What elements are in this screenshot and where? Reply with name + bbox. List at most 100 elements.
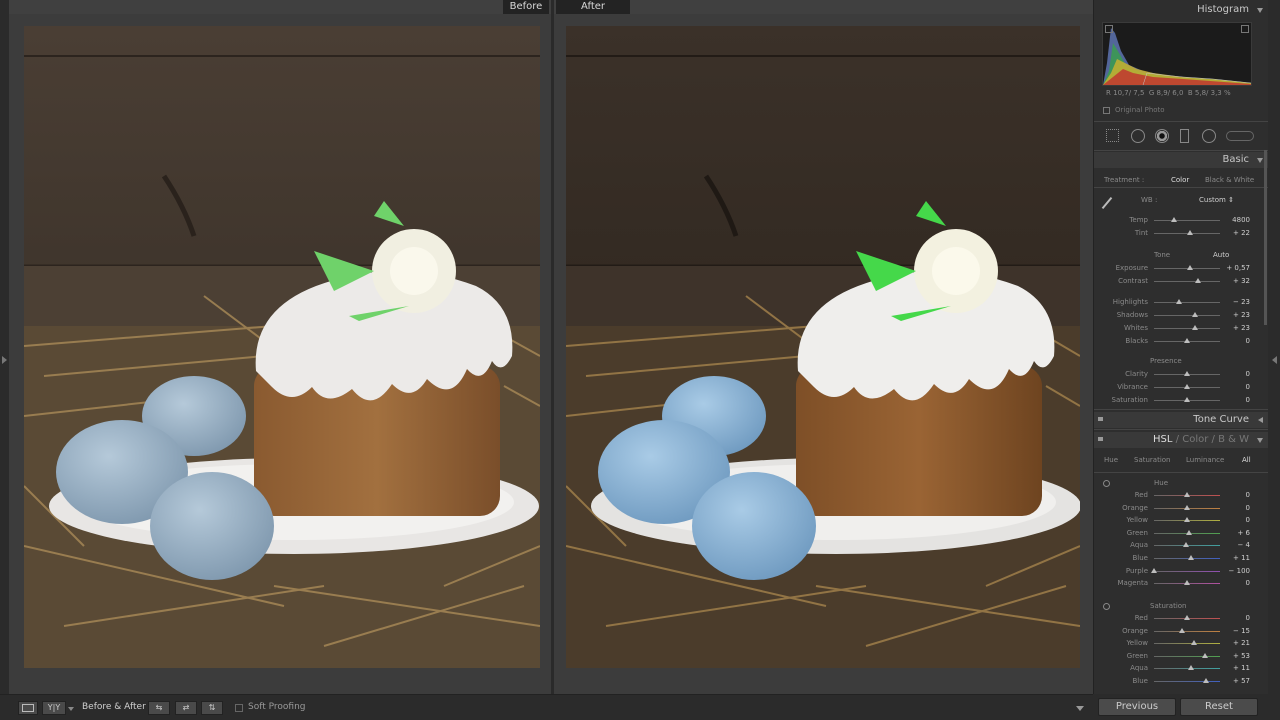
hsl-title[interactable]: HSL (1153, 434, 1172, 445)
slider-value[interactable]: 4800 (1222, 216, 1250, 224)
slider-track[interactable] (1154, 630, 1220, 632)
slider-track[interactable] (1154, 328, 1220, 329)
slider-value[interactable]: 0 (1222, 491, 1250, 499)
tone-slider-exposure[interactable]: Exposure + 0,57 (1094, 262, 1264, 274)
slider-handle[interactable] (1151, 567, 1157, 573)
slider-track[interactable] (1154, 570, 1220, 572)
radial-filter-icon[interactable] (1202, 129, 1216, 143)
adjustment-brush-icon[interactable] (1226, 131, 1254, 141)
hue-slider-purple[interactable]: Purple − 100 (1094, 565, 1264, 577)
copy-before-to-after-button[interactable]: ⇆ (148, 701, 170, 715)
tab-saturation[interactable]: Saturation (1134, 456, 1171, 464)
slider-track[interactable] (1154, 315, 1220, 316)
tone-slider-shadows[interactable]: Shadows + 23 (1094, 309, 1264, 321)
slider-handle[interactable] (1191, 325, 1198, 330)
slider-value[interactable]: − 100 (1222, 567, 1250, 575)
saturation-target-icon[interactable] (1103, 603, 1110, 610)
red-eye-icon[interactable] (1155, 129, 1169, 143)
slider-handle[interactable] (1184, 492, 1190, 497)
slider-handle[interactable] (1170, 217, 1177, 222)
tone-slider-highlights[interactable]: Highlights − 23 (1094, 296, 1264, 308)
left-panel-toggle[interactable] (0, 0, 9, 694)
slider-value[interactable]: − 15 (1222, 627, 1250, 635)
treatment-black-white[interactable]: Black & White (1205, 176, 1254, 184)
shadow-clipping-icon[interactable] (1105, 25, 1113, 33)
hue-slider-orange[interactable]: Orange 0 (1094, 502, 1264, 514)
slider-handle[interactable] (1187, 665, 1194, 671)
treatment-color[interactable]: Color (1171, 176, 1189, 184)
slider-value[interactable]: + 53 (1222, 652, 1250, 660)
tone-curve-header[interactable]: Tone Curve (1094, 412, 1268, 428)
tone-slider-whites[interactable]: Whites + 23 (1094, 322, 1264, 334)
soft-proofing-checkbox[interactable] (235, 704, 243, 712)
slider-value[interactable]: 0 (1222, 614, 1250, 622)
slider-value[interactable]: 0 (1222, 396, 1250, 404)
slider-handle[interactable] (1184, 580, 1190, 586)
highlight-clipping-icon[interactable] (1241, 25, 1249, 33)
tone-slider-contrast[interactable]: Contrast + 32 (1094, 275, 1264, 287)
hue-slider-aqua[interactable]: Aqua − 4 (1094, 539, 1264, 551)
slider-value[interactable]: 0 (1222, 516, 1250, 524)
slider-handle[interactable] (1184, 397, 1190, 402)
slider-value[interactable]: + 57 (1222, 677, 1250, 685)
histogram-header[interactable]: Histogram (1094, 2, 1268, 18)
slider-handle[interactable] (1191, 312, 1198, 317)
toolbar-menu-icon[interactable] (1076, 706, 1084, 711)
right-panel-toggle[interactable] (1268, 0, 1280, 694)
wb-dropdown[interactable]: Custom ⇕ (1199, 196, 1234, 204)
slider-handle[interactable] (1178, 627, 1185, 633)
hue-slider-magenta[interactable]: Magenta 0 (1094, 577, 1264, 589)
hue-slider-green[interactable]: Green + 6 (1094, 527, 1264, 539)
slider-track[interactable] (1154, 220, 1220, 221)
before-after-view-button[interactable]: Y|Y (42, 701, 66, 715)
slider-handle[interactable] (1187, 230, 1194, 235)
tab-luminance[interactable]: Luminance (1186, 456, 1224, 464)
saturation-slider-aqua[interactable]: Aqua + 11 (1094, 662, 1264, 674)
swap-before-after-button[interactable]: ⇅ (201, 701, 223, 715)
hue-target-icon[interactable] (1103, 480, 1110, 487)
slider-track[interactable] (1154, 281, 1220, 282)
wb-slider-temp[interactable]: Temp 4800 (1094, 214, 1264, 226)
slider-value[interactable]: + 0,57 (1222, 264, 1250, 272)
panel-switch-icon[interactable] (1098, 417, 1103, 421)
slider-handle[interactable] (1184, 517, 1190, 523)
hue-slider-red[interactable]: Red 0 (1094, 489, 1264, 501)
slider-value[interactable]: + 22 (1222, 229, 1250, 237)
slider-handle[interactable] (1176, 299, 1183, 304)
slider-value[interactable]: 0 (1222, 383, 1250, 391)
slider-handle[interactable] (1184, 615, 1190, 620)
view-dropdown-icon[interactable] (68, 707, 74, 711)
saturation-slider-red[interactable]: Red 0 (1094, 612, 1264, 624)
slider-handle[interactable] (1203, 678, 1210, 683)
slider-value[interactable]: 0 (1222, 579, 1250, 587)
tone-slider-blacks[interactable]: Blacks 0 (1094, 335, 1264, 347)
original-photo-checkbox[interactable] (1103, 107, 1110, 114)
slider-handle[interactable] (1184, 384, 1190, 389)
copy-after-to-before-button[interactable]: ⇄ (175, 701, 197, 715)
hue-slider-yellow[interactable]: Yellow 0 (1094, 514, 1264, 526)
panel-scrollbar[interactable] (1264, 150, 1267, 325)
presence-slider-saturation[interactable]: Saturation 0 (1094, 394, 1264, 406)
crop-tool-icon[interactable] (1106, 129, 1119, 142)
saturation-slider-green[interactable]: Green + 53 (1094, 650, 1264, 662)
slider-track[interactable] (1154, 681, 1220, 682)
presence-slider-vibrance[interactable]: Vibrance 0 (1094, 381, 1264, 393)
tab-hue[interactable]: Hue (1104, 456, 1118, 464)
slider-handle[interactable] (1187, 265, 1194, 270)
slider-value[interactable]: + 11 (1222, 554, 1250, 562)
slider-value[interactable]: + 32 (1222, 277, 1250, 285)
slider-value[interactable]: − 23 (1222, 298, 1250, 306)
tone-auto-button[interactable]: Auto (1213, 251, 1229, 259)
slider-value[interactable]: + 23 (1222, 311, 1250, 319)
slider-handle[interactable] (1194, 278, 1201, 283)
previous-button[interactable]: Previous (1098, 698, 1176, 716)
slider-value[interactable]: + 23 (1222, 324, 1250, 332)
saturation-slider-blue[interactable]: Blue + 57 (1094, 675, 1264, 687)
saturation-slider-yellow[interactable]: Yellow + 21 (1094, 637, 1264, 649)
spot-removal-icon[interactable] (1131, 129, 1145, 143)
panel-switch-icon[interactable] (1098, 437, 1103, 441)
graduated-filter-icon[interactable] (1180, 129, 1189, 143)
saturation-slider-orange[interactable]: Orange − 15 (1094, 625, 1264, 637)
slider-handle[interactable] (1182, 542, 1189, 548)
slider-handle[interactable] (1184, 338, 1190, 343)
